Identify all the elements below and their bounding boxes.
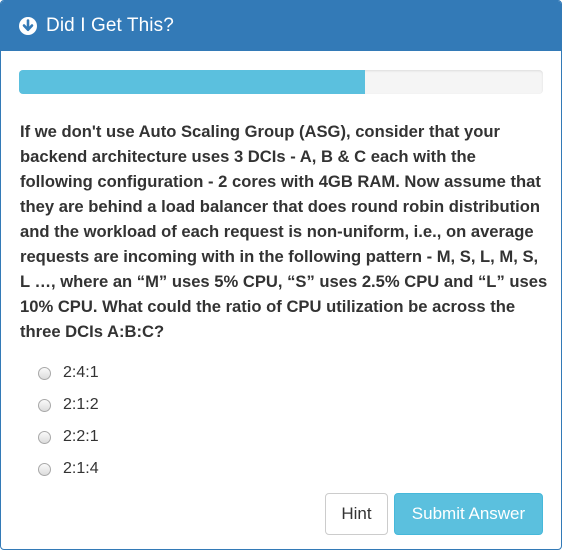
radio-button[interactable] <box>38 366 51 380</box>
radio-button[interactable] <box>38 462 51 476</box>
panel-header: Did I Get This? <box>1 1 561 51</box>
progress-track <box>19 70 543 94</box>
question-text: If we don't use Auto Scaling Group (ASG)… <box>20 122 548 341</box>
progress-bar <box>19 70 365 94</box>
option-label: 2:4:1 <box>63 364 99 381</box>
arrow-circle-down-icon <box>18 16 38 36</box>
submit-answer-button[interactable]: Submit Answer <box>394 493 543 535</box>
answer-option[interactable]: 2:1:2 <box>38 389 338 421</box>
radio-button[interactable] <box>38 398 51 412</box>
answer-option[interactable]: 2:2:1 <box>38 421 338 453</box>
option-label: 2:1:4 <box>63 460 99 477</box>
panel-title: Did I Get This? <box>46 15 174 36</box>
answer-option[interactable]: 2:1:4 <box>38 453 338 485</box>
answer-options: 2:4:1 2:1:2 2:2:1 2:1:4 <box>38 357 338 485</box>
quiz-panel: Did I Get This? If we don't use Auto Sca… <box>0 0 562 550</box>
option-label: 2:1:2 <box>63 396 99 413</box>
answer-option[interactable]: 2:4:1 <box>38 357 338 389</box>
option-label: 2:2:1 <box>63 428 99 445</box>
radio-button[interactable] <box>38 430 51 444</box>
hint-button[interactable]: Hint <box>325 493 388 535</box>
